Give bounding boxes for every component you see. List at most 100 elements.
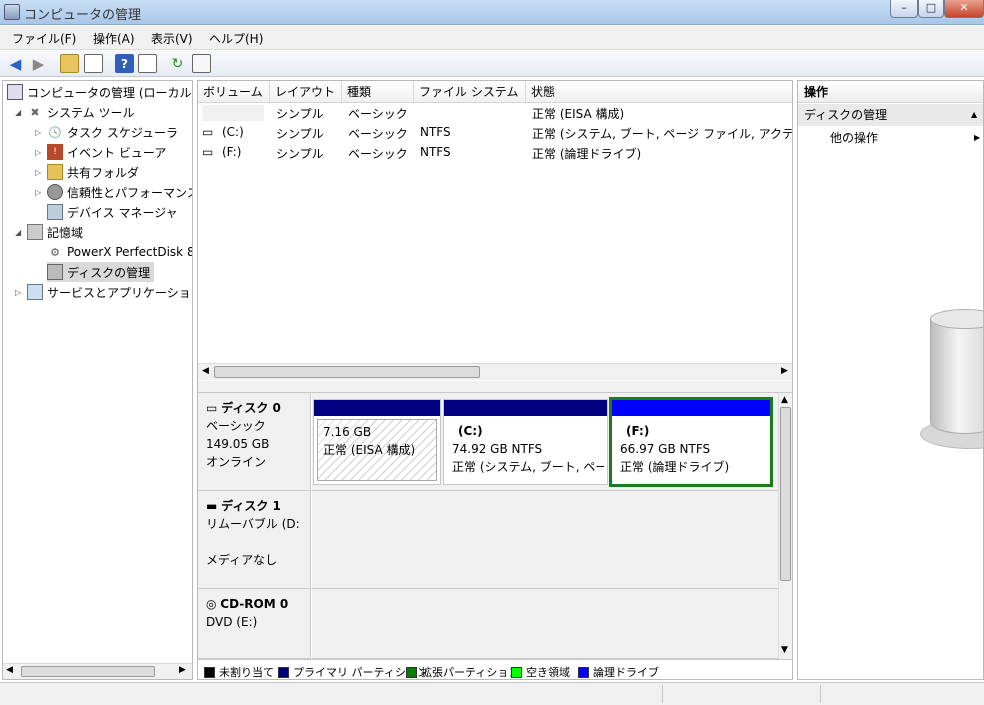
menu-bar: ファイル(F) 操作(A) 表示(V) ヘルプ(H) (0, 26, 984, 50)
cell-layout: シンプル (276, 127, 324, 141)
tree-item-reliability-performance[interactable]: ▷ 信頼性とパフォーマンス (35, 182, 192, 202)
tree-item-perfectdisk[interactable]: ⚙ PowerX PerfectDisk 8 (47, 242, 192, 262)
drive-icon: ▭ (202, 145, 214, 159)
up-folder-icon[interactable] (60, 54, 79, 73)
back-arrow-icon[interactable]: ◀ (6, 54, 25, 73)
cell-status: 正常 (システム, ブート, ページ ファイル, アクティブ (532, 127, 792, 141)
partition-c[interactable]: (C:) 74.92 GB NTFS 正常 (システム, ブート, ページ (443, 399, 608, 485)
navigation-tree: コンピュータの管理 (ローカル) ◢ ✖ システム ツール ▷ 🕓 タスク スケ… (2, 80, 193, 680)
column-header-type[interactable]: 種類 (342, 81, 414, 103)
logical-drive-bar (612, 400, 770, 416)
volume-scroll-thumb[interactable] (214, 366, 480, 378)
close-button[interactable]: ✕ (944, 0, 984, 18)
column-header-volume[interactable]: ボリューム (198, 81, 270, 103)
tree-item-disk-management[interactable]: ディスクの管理 (47, 262, 155, 282)
status-bar (0, 682, 984, 705)
menu-file[interactable]: ファイル(F) (12, 30, 76, 47)
collapse-arrow-icon[interactable]: ◢ (15, 228, 21, 237)
tree-item-event-viewer[interactable]: ▷ ! イベント ビューア (35, 142, 166, 162)
partition-f[interactable]: (F:) 66.97 GB NTFS 正常 (論理ドライブ) (609, 397, 773, 487)
cell-volume: (C:) (222, 125, 244, 139)
table-row[interactable]: ▭ (F:) シンプル ベーシック NTFS 正常 (論理ドライブ) (198, 143, 792, 163)
show-tree-icon[interactable] (84, 54, 103, 73)
expand-arrow-icon[interactable]: ▷ (35, 148, 41, 157)
action-section-disk-management[interactable]: ディスクの管理 ▲ (798, 104, 983, 126)
disk-type: DVD (E:) (206, 615, 258, 629)
maximize-button[interactable]: □ (918, 0, 944, 18)
scroll-down-icon[interactable]: ▼ (781, 645, 788, 655)
disk-0-label[interactable]: ▭ ディスク 0 ベーシック 149.05 GB オンライン (198, 393, 311, 491)
clock-icon: 🕓 (48, 125, 62, 139)
disk-icon: ▭ (206, 401, 222, 415)
disk-size: 149.05 GB (206, 437, 270, 451)
scroll-right-icon[interactable]: ▶ (179, 665, 186, 675)
disk-management-pane: ボリューム レイアウト 種類 ファイル システム 状態 シンプル ベーシック 正… (197, 80, 793, 680)
computer-icon (7, 84, 23, 100)
title-bar[interactable]: コンピュータの管理 – □ ✕ (0, 0, 984, 25)
volume-list-header: ボリューム レイアウト 種類 ファイル システム 状態 (198, 81, 792, 103)
toolbar: ◀ ▶ ? ↻ (0, 51, 984, 77)
disk-vertical-scrollbar[interactable]: ▲ ▼ (778, 393, 792, 659)
expand-arrow-icon[interactable]: ▷ (15, 288, 21, 297)
partition-size: 74.92 GB NTFS (452, 442, 543, 456)
expand-arrow-icon[interactable]: ▷ (35, 168, 41, 177)
collapse-up-icon[interactable]: ▲ (971, 104, 977, 126)
tree-item-computer-management[interactable]: コンピュータの管理 (ローカル) (7, 82, 192, 102)
tree-item-storage[interactable]: ◢ 記憶域 (15, 222, 83, 242)
menu-view[interactable]: 表示(V) (151, 30, 193, 47)
scroll-left-icon[interactable]: ◀ (6, 665, 13, 675)
partition-status: 正常 (論理ドライブ) (620, 460, 730, 474)
cell-type: ベーシック (348, 127, 408, 141)
tree-horizontal-scrollbar[interactable]: ◀ ▶ (3, 663, 192, 679)
expand-arrow-icon[interactable]: ▷ (35, 128, 41, 137)
tools-icon: ✖ (30, 105, 40, 119)
tree-item-device-manager[interactable]: デバイス マネージャ (47, 202, 178, 222)
tree-scroll-thumb[interactable] (21, 666, 155, 677)
menu-help[interactable]: ヘルプ(H) (209, 30, 263, 47)
pane-splitter[interactable] (198, 381, 792, 393)
expand-arrow-icon[interactable]: ▷ (35, 188, 41, 197)
action-pane: 操作 ディスクの管理 ▲ 他の操作 ▶ (797, 80, 984, 680)
forward-arrow-icon[interactable]: ▶ (29, 54, 48, 73)
performance-icon (47, 184, 63, 200)
table-row[interactable]: ▭ (C:) シンプル ベーシック NTFS 正常 (システム, ブート, ペー… (198, 123, 792, 143)
table-row[interactable]: シンプル ベーシック 正常 (EISA 構成) (198, 103, 792, 123)
menu-action[interactable]: 操作(A) (93, 30, 135, 47)
volume-horizontal-scrollbar[interactable]: ◀ ▶ (198, 363, 792, 380)
primary-partition-bar (444, 400, 607, 416)
action-more-actions[interactable]: 他の操作 ▶ (798, 127, 983, 149)
column-header-filesystem[interactable]: ファイル システム (414, 81, 526, 103)
refresh-icon[interactable]: ↻ (168, 54, 187, 73)
scroll-up-icon[interactable]: ▲ (781, 395, 788, 405)
partition-eisa[interactable]: 7.16 GB 正常 (EISA 構成) (313, 399, 441, 485)
show-action-pane-icon[interactable] (138, 54, 157, 73)
scroll-left-icon[interactable]: ◀ (202, 366, 209, 376)
disk-graphical-view: ▭ ディスク 0 ベーシック 149.05 GB オンライン 7.16 GB 正… (198, 393, 778, 659)
help-icon[interactable]: ? (115, 54, 134, 73)
column-header-layout[interactable]: レイアウト (270, 81, 342, 103)
minimize-button[interactable]: – (890, 0, 918, 18)
partition-body: (C:) 74.92 GB NTFS 正常 (システム, ブート, ページ (452, 424, 604, 474)
scroll-right-icon[interactable]: ▶ (781, 366, 788, 376)
disk-1-label[interactable]: ▬ ディスク 1 リムーバブル (D: メディアなし (198, 491, 311, 589)
services-icon (27, 284, 43, 300)
collapse-arrow-icon[interactable]: ◢ (15, 108, 21, 117)
tree-item-services-applications[interactable]: ▷ サービスとアプリケーション (15, 282, 192, 302)
cdrom-0-label[interactable]: ◎ CD-ROM 0 DVD (E:) (198, 589, 311, 659)
event-viewer-icon: ! (47, 144, 63, 160)
storage-icon (27, 224, 43, 240)
tree-item-task-scheduler[interactable]: ▷ 🕓 タスク スケジューラ (35, 122, 178, 142)
disk-scroll-thumb[interactable] (780, 407, 791, 581)
tree-item-system-tools[interactable]: ◢ ✖ システム ツール (15, 102, 134, 122)
partition-status: 正常 (EISA 構成) (323, 443, 416, 457)
partition-legend: 未割り当て プライマリ パーティション 拡張パーティション 空き領域 論理ドライ… (198, 659, 792, 679)
partition-size: 7.16 GB (323, 425, 372, 439)
column-header-status[interactable]: 状態 (526, 81, 792, 103)
properties-icon[interactable] (192, 54, 211, 73)
cell-type: ベーシック (348, 147, 408, 161)
legend-logical-drive: 論理ドライブ (578, 664, 659, 680)
partition-status: 正常 (システム, ブート, ページ (452, 460, 604, 474)
drive-icon: ▭ (202, 125, 214, 139)
tree-item-shared-folders[interactable]: ▷ 共有フォルダ (35, 162, 139, 182)
cell-filesystem: NTFS (420, 125, 451, 139)
